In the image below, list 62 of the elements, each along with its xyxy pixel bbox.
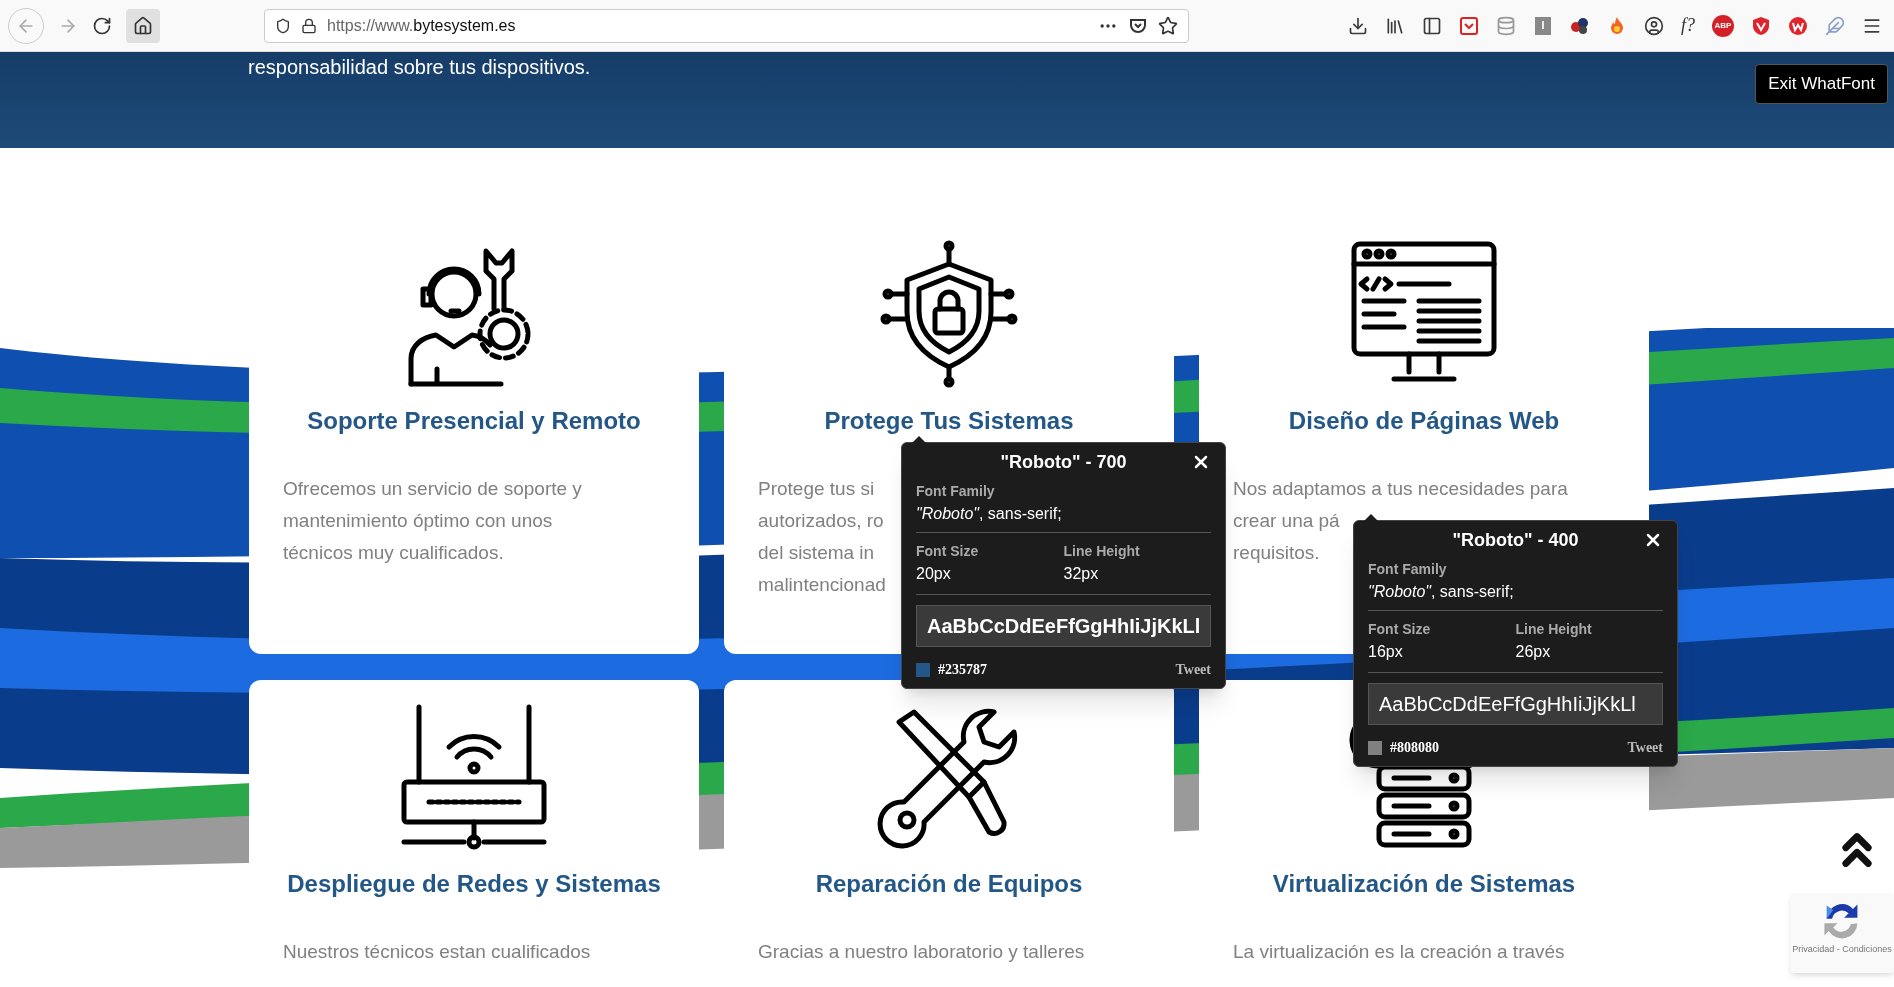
hero-text: responsabilidad sobre tus dispositivos. bbox=[248, 55, 591, 80]
description-text: del sistema in bbox=[758, 541, 875, 565]
reload-icon[interactable] bbox=[92, 15, 112, 36]
color-hex: #808080 bbox=[1390, 739, 1439, 757]
field-label: Line Height bbox=[1515, 620, 1592, 639]
description-text: La virtualización es la creación a través bbox=[1233, 940, 1565, 964]
address-bar[interactable]: https://www.bytesystem.es bbox=[264, 8, 1189, 43]
description-text: mantenimiento óptimo con unos bbox=[283, 509, 553, 533]
home-icon bbox=[133, 15, 153, 36]
lock-icon bbox=[301, 17, 317, 34]
description-text: malintencionad bbox=[758, 573, 886, 597]
card-title: Protege Tus Sistemas bbox=[824, 406, 1074, 436]
description-text: Protege tus si bbox=[758, 477, 875, 501]
card-title: Virtualización de Sistemas bbox=[1272, 869, 1576, 899]
description-text: técnicos muy cualificados. bbox=[283, 541, 504, 565]
home-button[interactable] bbox=[126, 8, 160, 43]
sidebar-icon[interactable] bbox=[1422, 15, 1442, 36]
recaptcha-text[interactable]: Privacidad - Condiciones bbox=[1792, 943, 1892, 957]
shield-icon[interactable] bbox=[1751, 15, 1771, 36]
w-icon[interactable] bbox=[1788, 15, 1808, 36]
card-title: Soporte Presencial y Remoto bbox=[307, 406, 641, 436]
description-text: autorizados, ro bbox=[758, 509, 884, 533]
url-text: https://www.bytesystem.es bbox=[327, 15, 517, 36]
field-value: 20px bbox=[916, 564, 951, 584]
field-value: 32px bbox=[1063, 564, 1099, 584]
popup-title: "Roboto" - 400 bbox=[1452, 528, 1579, 552]
description-text: crear una pá bbox=[1233, 509, 1340, 533]
font-sample: AaBbCcDdEeFfGgHhIiJjKkLl bbox=[1368, 683, 1663, 725]
extension-button[interactable]: f? bbox=[1681, 12, 1695, 39]
popup-title: "Roboto" - 700 bbox=[1000, 450, 1127, 474]
field-label: Line Height bbox=[1063, 542, 1140, 561]
exit-whatfont-button[interactable]: Exit WhatFont bbox=[1755, 64, 1888, 104]
spheres-icon[interactable] bbox=[1570, 15, 1590, 36]
description-text: Nos adaptamos a tus necesidades para bbox=[1233, 477, 1568, 501]
bookmark-star-icon[interactable] bbox=[1158, 15, 1178, 36]
field-label: Font Family bbox=[1368, 560, 1448, 579]
adblock-button[interactable]: ABP bbox=[1712, 14, 1734, 37]
router-icon bbox=[399, 702, 549, 852]
tweet-link[interactable]: Tweet bbox=[1627, 737, 1663, 758]
description-text: requisitos. bbox=[1233, 541, 1320, 565]
recaptcha-badge[interactable]: Privacidad - Condiciones bbox=[1790, 893, 1894, 973]
tweet-link[interactable]: Tweet bbox=[1175, 659, 1211, 680]
card-title: Diseño de Páginas Web bbox=[1288, 406, 1560, 436]
card-title: Reparación de Equipos bbox=[815, 869, 1083, 899]
field-label: Font Size bbox=[1368, 620, 1431, 639]
shield-icon bbox=[275, 17, 291, 34]
field-value: 16px bbox=[1368, 642, 1403, 662]
field-value: 26px bbox=[1515, 642, 1551, 662]
field-label: Font Family bbox=[916, 482, 996, 501]
field-value: "Roboto", sans-serif; bbox=[916, 504, 1063, 524]
extension-icon[interactable] bbox=[1533, 15, 1553, 36]
account-icon[interactable] bbox=[1644, 15, 1664, 36]
field-label: Font Size bbox=[916, 542, 979, 561]
description-text: Nuestros técnicos estan cualificados bbox=[283, 940, 591, 964]
download-icon[interactable] bbox=[1348, 15, 1368, 36]
database-icon[interactable] bbox=[1496, 15, 1516, 36]
field-value: "Roboto", sans-serif; bbox=[1368, 582, 1515, 602]
description-text: Gracias a nuestro laboratorio y talleres bbox=[758, 940, 1085, 964]
font-sample: AaBbCcDdEeFfGgHhIiJjKkLl bbox=[916, 605, 1211, 647]
color-hex: #235787 bbox=[938, 661, 987, 679]
description-text: Ofrecemos un servicio de soporte y bbox=[283, 477, 582, 501]
card-title: Despliegue de Redes y Sistemas bbox=[287, 869, 661, 899]
